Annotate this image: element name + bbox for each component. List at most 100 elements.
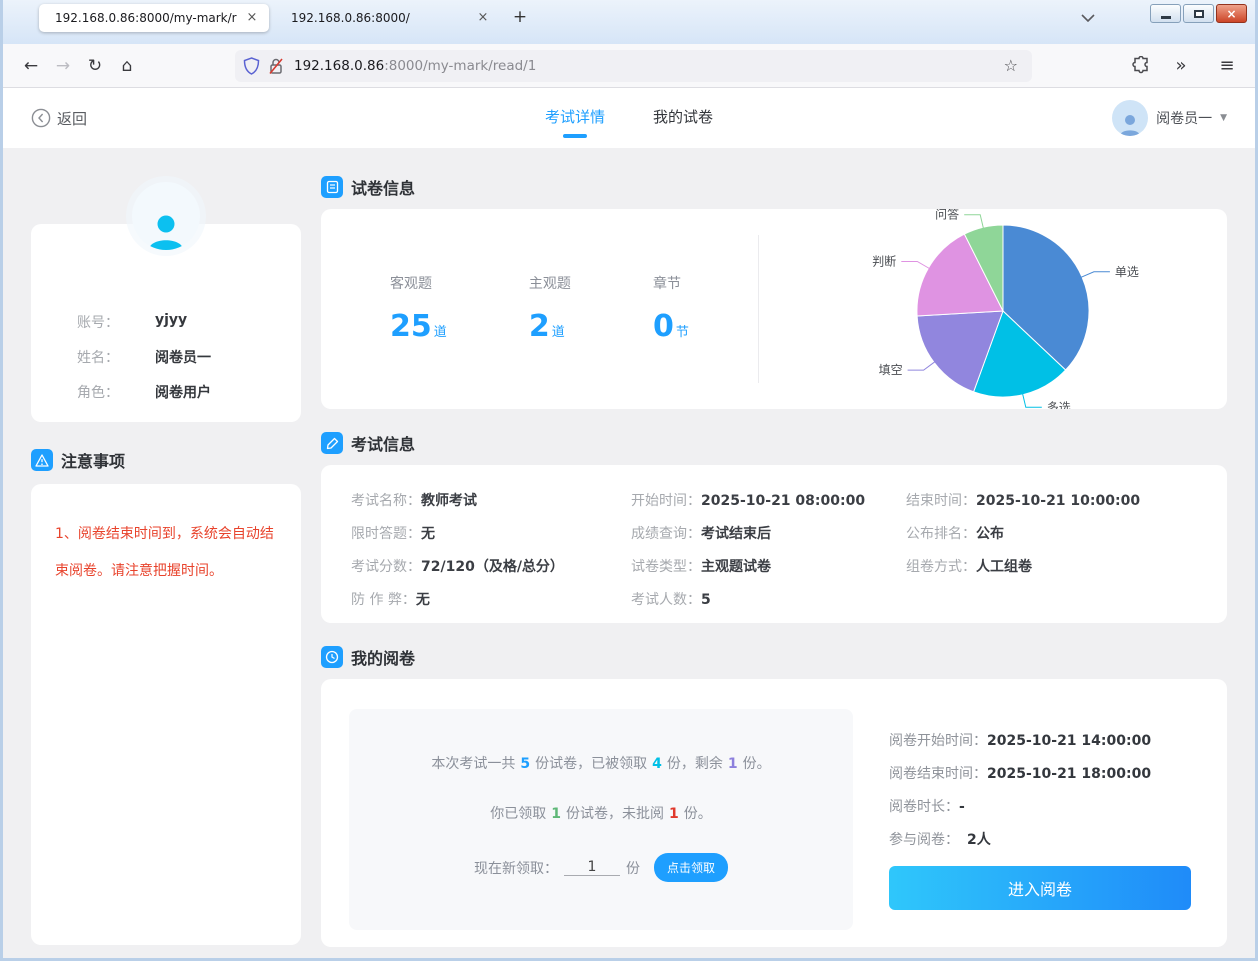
field-label: 账号： (77, 312, 155, 332)
marking-info-row: 阅卷开始时间：2025-10-21 14:00:00 (889, 731, 1191, 751)
extensions-puzzle-icon[interactable] (1132, 56, 1151, 75)
list-all-tabs-chevron-icon[interactable] (1081, 14, 1095, 22)
stat-value: 2 (529, 309, 550, 344)
profile-avatar (132, 182, 200, 250)
exam-field: 考试名称：教师考试 (351, 491, 631, 511)
user-name: 阅卷员一 (1156, 108, 1212, 128)
exam-info-col-3: 结束时间：2025-10-21 10:00:00 公布排名：公布 组卷方式：人工… (906, 491, 1227, 623)
avatar (1112, 100, 1148, 136)
overflow-chevrons-icon[interactable]: » (1165, 50, 1197, 82)
exam-info-card: 考试名称：教师考试 限时答题：无 考试分数：72/120（及格/总分） 防 作 … (321, 465, 1227, 623)
my-claim-line: 你已领取1份试卷，未批阅1份。 (349, 803, 853, 823)
active-tab-underline (563, 134, 587, 138)
pie-label: 问答 (935, 209, 959, 222)
tab-exam-detail[interactable]: 考试详情 (545, 98, 605, 138)
url-path: :8000/my-mark/read/1 (384, 58, 536, 74)
exam-field: 考试人数：5 (631, 590, 906, 610)
my-marking-card: 本次考试一共5份试卷，已被领取4份，剩余1份。 你已领取1份试卷，未批阅1份。 … (321, 679, 1227, 947)
chevron-left-circle-icon (31, 108, 51, 128)
field-value: yjyy (155, 312, 187, 332)
shield-icon[interactable] (243, 57, 260, 75)
profile-card: 账号： yjyy 姓名： 阅卷员一 角色： 阅卷用户 (31, 224, 301, 422)
person-icon (145, 212, 187, 250)
question-type-pie: 单选多选填空判断问答 (759, 209, 1227, 409)
tab-close-icon[interactable]: × (243, 9, 261, 27)
pie-leader-line (908, 362, 935, 370)
remaining-papers-count: 1 (728, 756, 738, 772)
marking-info-row: 阅卷时长：- (889, 797, 1191, 817)
forward-nav-icon[interactable]: → (47, 50, 79, 82)
my-marking-section-title: 我的阅卷 (321, 645, 1227, 669)
bookmark-star-icon[interactable]: ☆ (998, 56, 1024, 75)
paper-stats: 客观题 25道 主观题 2道 章节 0节 (321, 209, 758, 409)
exam-field: 限时答题：无 (351, 524, 631, 544)
main-column: 试卷信息 客观题 25道 主观题 2道 章节 (321, 168, 1227, 945)
browser-toolbar: ← → ↻ ⌂ 192.168.0.86:8000/my-mark/read/1… (3, 44, 1255, 88)
exam-field: 公布排名：公布 (906, 524, 1227, 544)
stat-value: 25 (390, 309, 432, 344)
back-button[interactable]: 返回 (31, 108, 87, 129)
marking-info-row: 阅卷结束时间：2025-10-21 18:00:00 (889, 764, 1191, 784)
notice-card: 1、阅卷结束时间到，系统会自动结束阅卷。请注意把握时间。 (31, 484, 301, 945)
toolbar-right-tools: » ≡ (1132, 50, 1243, 82)
tab-close-icon[interactable]: × (474, 9, 492, 27)
claim-unit: 份 (626, 858, 640, 878)
warning-icon (31, 449, 53, 471)
stat-subjective: 主观题 2道 (529, 273, 571, 409)
notice-text: 1、阅卷结束时间到，系统会自动结束阅卷。请注意把握时间。 (55, 516, 277, 590)
stat-label: 章节 (653, 273, 689, 293)
exam-info-col-2: 开始时间：2025-10-21 08:00:00 成绩查询：考试结束后 试卷类型… (631, 491, 906, 623)
field-value: 阅卷用户 (155, 382, 211, 402)
stat-unit: 道 (552, 325, 565, 340)
maximize-button[interactable] (1183, 4, 1214, 23)
user-menu[interactable]: 阅卷员一 ▼ (1112, 100, 1227, 136)
browser-titlebar: 192.168.0.86:8000/my-mark/rea × 192.168.… (3, 0, 1255, 44)
claim-count-input[interactable] (564, 859, 620, 876)
section-title-text: 注意事项 (61, 448, 125, 472)
close-icon: × (1226, 7, 1236, 21)
exam-info-col-1: 考试名称：教师考试 限时答题：无 考试分数：72/120（及格/总分） 防 作 … (351, 491, 631, 623)
back-nav-icon[interactable]: ← (15, 50, 47, 82)
page-header: 返回 考试详情 我的试卷 阅卷员一 (3, 88, 1255, 148)
tab-title: 192.168.0.86:8000/ (291, 11, 468, 25)
stat-label: 主观题 (529, 273, 571, 293)
page: 返回 考试详情 我的试卷 阅卷员一 (3, 88, 1255, 961)
browser-tab-inactive[interactable]: 192.168.0.86:8000/ × (275, 4, 500, 32)
pie-label: 单选 (1115, 265, 1139, 279)
url-domain: 192.168.0.86 (294, 58, 384, 74)
url-bar[interactable]: 192.168.0.86:8000/my-mark/read/1 ☆ (235, 50, 1032, 82)
clock-icon (321, 646, 343, 668)
exam-field: 试卷类型：主观题试卷 (631, 557, 906, 577)
pie-leader-line (1081, 272, 1110, 278)
pie-leader-line (964, 215, 983, 229)
stat-unit: 节 (676, 325, 689, 340)
exam-field: 组卷方式：人工组卷 (906, 557, 1227, 577)
insecure-lock-icon[interactable] (268, 57, 284, 75)
home-icon[interactable]: ⌂ (111, 50, 143, 82)
stat-objective: 客观题 25道 (390, 273, 447, 409)
pen-icon (321, 432, 343, 454)
new-tab-button[interactable]: + (508, 6, 532, 30)
profile-row-account: 账号： yjyy (77, 312, 255, 332)
profile-row-role: 角色： 阅卷用户 (77, 382, 255, 402)
claim-button[interactable]: 点击领取 (654, 853, 728, 882)
exam-field: 结束时间：2025-10-21 10:00:00 (906, 491, 1227, 511)
enter-marking-button[interactable]: 进入阅卷 (889, 866, 1191, 910)
section-title-text: 试卷信息 (351, 175, 415, 199)
tab-my-papers[interactable]: 我的试卷 (653, 98, 713, 138)
exam-field: 开始时间：2025-10-21 08:00:00 (631, 491, 906, 511)
back-label: 返回 (57, 108, 87, 129)
close-button[interactable]: × (1216, 4, 1247, 23)
reload-icon[interactable]: ↻ (79, 50, 111, 82)
claim-summary-line: 本次考试一共5份试卷，已被领取4份，剩余1份。 (349, 709, 853, 773)
chevron-down-icon: ▼ (1220, 113, 1227, 123)
content: 账号： yjyy 姓名： 阅卷员一 角色： 阅卷用户 (3, 148, 1255, 961)
browser-window: 192.168.0.86:8000/my-mark/rea × 192.168.… (0, 0, 1258, 961)
pie-label: 填空 (879, 363, 903, 377)
claimed-papers-count: 4 (652, 756, 662, 772)
profile-rows: 账号： yjyy 姓名： 阅卷员一 角色： 阅卷用户 (31, 224, 301, 402)
browser-tab-active[interactable]: 192.168.0.86:8000/my-mark/rea × (39, 4, 269, 32)
section-title-text: 我的阅卷 (351, 645, 415, 669)
menu-hamburger-icon[interactable]: ≡ (1211, 50, 1243, 82)
minimize-button[interactable] (1150, 4, 1181, 23)
